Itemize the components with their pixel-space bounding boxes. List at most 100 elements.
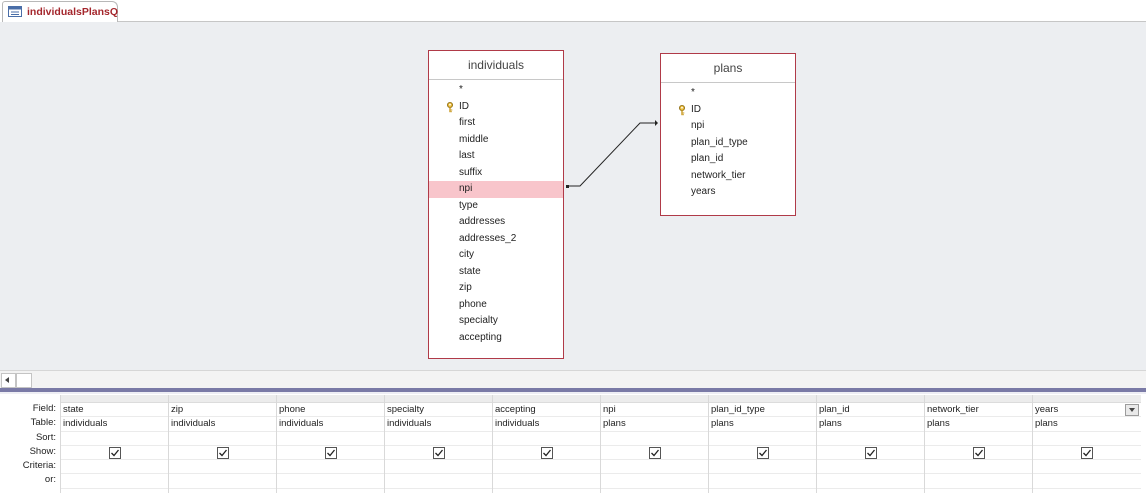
field-individuals-suffix[interactable]: suffix <box>429 165 563 182</box>
grid-cell-sort[interactable] <box>925 432 1033 446</box>
column-selector[interactable] <box>709 395 817 403</box>
grid-cell-criteria[interactable] <box>925 460 1033 475</box>
grid-cell-field[interactable]: specialty <box>385 403 493 418</box>
scroll-left-arrow-icon[interactable] <box>1 373 16 388</box>
grid-cell-or[interactable] <box>709 474 817 489</box>
grid-cell-or[interactable] <box>601 474 709 489</box>
field-individuals-npi[interactable]: npi <box>429 181 563 198</box>
field-plans-npi[interactable]: npi <box>661 118 795 135</box>
scroll-thumb[interactable] <box>16 373 32 388</box>
grid-cell-sort[interactable] <box>709 432 817 446</box>
grid-cell-table[interactable]: plans <box>709 417 817 432</box>
grid-cell-table[interactable]: individuals <box>493 417 601 432</box>
show-checkbox[interactable] <box>325 446 337 459</box>
grid-cell-table[interactable]: individuals <box>385 417 493 432</box>
grid-cell-sort[interactable] <box>277 432 385 446</box>
table-plans[interactable]: plans * ID npi plan_id_type plan_id network_t… <box>660 53 796 216</box>
column-selector[interactable] <box>817 395 925 403</box>
column-selector[interactable] <box>493 395 601 403</box>
grid-cell-table[interactable]: individuals <box>169 417 277 432</box>
grid-cell-field[interactable]: network_tier <box>925 403 1033 418</box>
field-individuals-accepting[interactable]: accepting <box>429 330 563 347</box>
column-selector[interactable] <box>1033 395 1141 403</box>
grid-cell-criteria[interactable] <box>385 460 493 475</box>
grid-cell-field[interactable]: plan_id_type <box>709 403 817 418</box>
field-individuals-middle[interactable]: middle <box>429 132 563 149</box>
grid-cell-sort[interactable] <box>817 432 925 446</box>
grid-cell-field[interactable]: plan_id <box>817 403 925 418</box>
grid-cell-field[interactable]: zip <box>169 403 277 418</box>
grid-cell-sort[interactable] <box>1033 432 1141 446</box>
table-title-individuals[interactable]: individuals <box>429 51 563 80</box>
field-plans-plan-id-type[interactable]: plan_id_type <box>661 135 795 152</box>
grid-cell-or[interactable] <box>385 474 493 489</box>
query-tab[interactable]: individualsPlansQ <box>2 1 118 22</box>
grid-cell-or[interactable] <box>169 474 277 489</box>
field-individuals-specialty[interactable]: specialty <box>429 313 563 330</box>
grid-cell-table[interactable]: plans <box>601 417 709 432</box>
grid-cell-criteria[interactable] <box>709 460 817 475</box>
grid-cell-criteria[interactable] <box>277 460 385 475</box>
show-checkbox[interactable] <box>1081 446 1093 459</box>
field-individuals-type[interactable]: type <box>429 198 563 215</box>
table-individuals[interactable]: individuals * ID first middle last suffix npi t… <box>428 50 564 359</box>
show-checkbox[interactable] <box>433 446 445 459</box>
grid-cell-or[interactable] <box>277 474 385 489</box>
grid-cell-table[interactable]: individuals <box>277 417 385 432</box>
column-selector[interactable] <box>277 395 385 403</box>
grid-cell-table[interactable]: plans <box>817 417 925 432</box>
field-plans-plan-id[interactable]: plan_id <box>661 151 795 168</box>
field-individuals-last[interactable]: last <box>429 148 563 165</box>
grid-cell-criteria[interactable] <box>817 460 925 475</box>
grid-cell-or[interactable] <box>61 474 169 489</box>
grid-cell-table[interactable]: plans <box>1033 417 1141 432</box>
join-line[interactable] <box>0 22 1146 370</box>
grid-cell-or[interactable] <box>817 474 925 489</box>
field-individuals-addresses[interactable]: addresses <box>429 214 563 231</box>
grid-cell-field[interactable]: npi <box>601 403 709 418</box>
grid-cell-or[interactable] <box>1033 474 1141 489</box>
field-plans-all[interactable]: * <box>661 85 795 102</box>
field-plans-years[interactable]: years <box>661 184 795 201</box>
grid-cell-or[interactable] <box>493 474 601 489</box>
field-individuals-addresses-2[interactable]: addresses_2 <box>429 231 563 248</box>
field-individuals-zip[interactable]: zip <box>429 280 563 297</box>
grid-cell-table[interactable]: plans <box>925 417 1033 432</box>
show-checkbox[interactable] <box>865 446 877 459</box>
grid-cell-criteria[interactable] <box>169 460 277 475</box>
grid-cell-table[interactable]: individuals <box>61 417 169 432</box>
grid-cell-criteria[interactable] <box>61 460 169 475</box>
field-individuals-first[interactable]: first <box>429 115 563 132</box>
table-title-plans[interactable]: plans <box>661 54 795 83</box>
show-checkbox[interactable] <box>541 446 553 459</box>
column-selector[interactable] <box>385 395 493 403</box>
field-individuals-city[interactable]: city <box>429 247 563 264</box>
field-individuals-all[interactable]: * <box>429 82 563 99</box>
show-checkbox[interactable] <box>217 446 229 459</box>
grid-cell-field[interactable]: accepting <box>493 403 601 418</box>
grid-cell-criteria[interactable] <box>1033 460 1141 475</box>
show-checkbox[interactable] <box>109 446 121 459</box>
show-checkbox[interactable] <box>757 446 769 459</box>
column-selector[interactable] <box>925 395 1033 403</box>
grid-cell-sort[interactable] <box>385 432 493 446</box>
column-selector[interactable] <box>169 395 277 403</box>
grid-cell-sort[interactable] <box>169 432 277 446</box>
grid-cell-sort[interactable] <box>493 432 601 446</box>
show-checkbox[interactable] <box>649 446 661 459</box>
field-plans-network-tier[interactable]: network_tier <box>661 168 795 185</box>
grid-cell-field[interactable]: state <box>61 403 169 418</box>
canvas-scrollbar[interactable] <box>0 370 1146 388</box>
grid-cell-sort[interactable] <box>61 432 169 446</box>
grid-cell-field[interactable]: phone <box>277 403 385 418</box>
field-individuals-state[interactable]: state <box>429 264 563 281</box>
chevron-down-icon[interactable] <box>1125 404 1139 416</box>
grid-cell-field[interactable]: years <box>1033 403 1141 418</box>
column-selector[interactable] <box>601 395 709 403</box>
field-individuals-phone[interactable]: phone <box>429 297 563 314</box>
query-design-canvas[interactable]: individuals * ID first middle last suffix npi t… <box>0 22 1146 370</box>
grid-cell-or[interactable] <box>925 474 1033 489</box>
grid-cell-criteria[interactable] <box>493 460 601 475</box>
grid-cell-criteria[interactable] <box>601 460 709 475</box>
field-plans-id[interactable]: ID <box>661 102 795 119</box>
